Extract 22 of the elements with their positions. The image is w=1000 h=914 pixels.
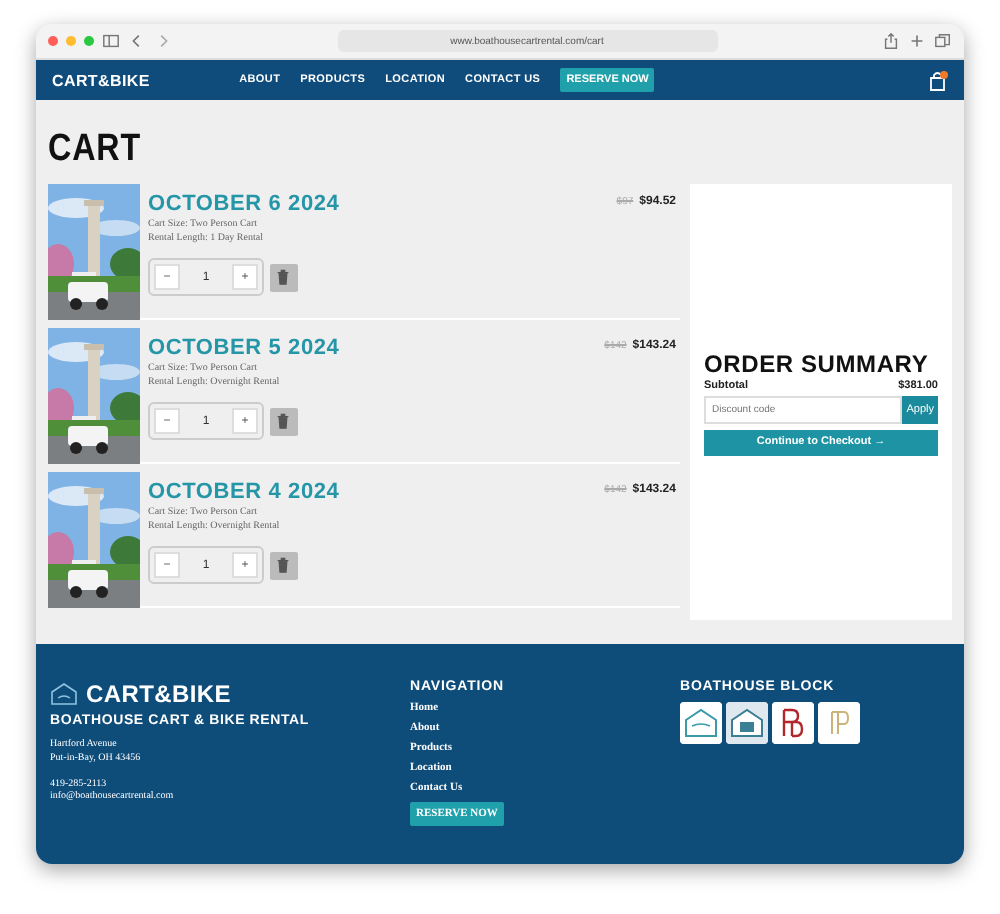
trash-icon [274, 555, 292, 573]
share-icon[interactable] [882, 32, 900, 50]
delete-button[interactable] [270, 263, 298, 291]
house-logo-icon[interactable] [680, 702, 722, 744]
tabs-icon[interactable] [934, 32, 952, 50]
house-logo-icon[interactable] [726, 702, 768, 744]
trash-icon [274, 267, 292, 285]
page-title: CART [48, 128, 144, 172]
item-title: OCTOBER 6 2024 [148, 192, 342, 216]
footer-logo[interactable]: CART&BIKE [86, 680, 231, 708]
plus-icon[interactable] [908, 32, 926, 50]
delete-button[interactable] [270, 407, 298, 435]
item-title: OCTOBER 5 2024 [148, 336, 342, 360]
summary-title: ORDER SUMMARY [704, 349, 931, 377]
trash-icon [274, 411, 292, 429]
shopping-bag-icon[interactable] [928, 69, 948, 91]
sidebar-icon[interactable] [102, 32, 120, 50]
monogram-logo-icon[interactable] [772, 702, 814, 744]
delete-button[interactable] [270, 551, 298, 579]
item-title: OCTOBER 4 2024 [148, 480, 342, 504]
site-logo[interactable]: CART&BIKE [52, 71, 150, 89]
house-icon [50, 682, 78, 706]
